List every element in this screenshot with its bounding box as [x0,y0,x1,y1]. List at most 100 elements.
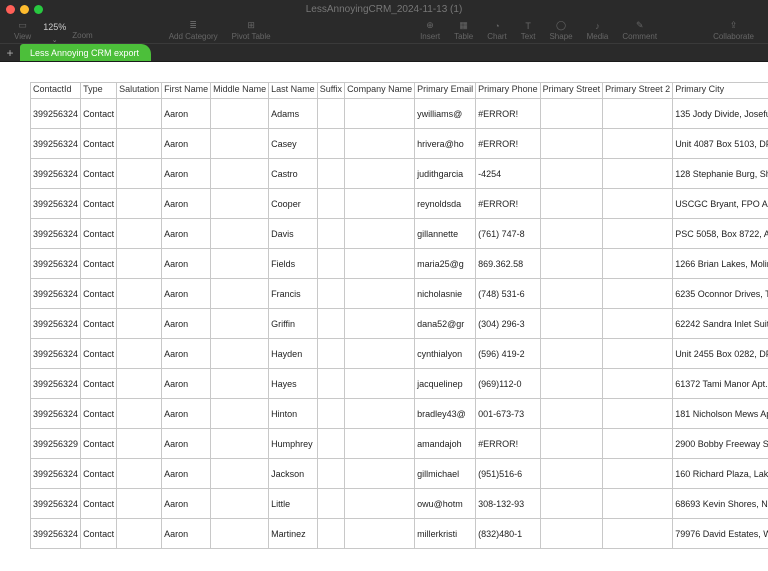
cell-address[interactable]: 128 Stephanie Burg, Shepherdshire, VT 49… [673,159,768,189]
view-button[interactable]: ▭ View [8,18,37,43]
cell-last[interactable]: Griffin [269,309,318,339]
cell-company[interactable] [345,309,415,339]
cell-email[interactable]: gillmichael [415,459,476,489]
fullscreen-window-button[interactable] [34,5,43,14]
table-row[interactable]: 399256324ContactAaronHaydencynthialyon(5… [31,339,768,369]
cell-middle[interactable] [211,279,269,309]
cell-contactid[interactable]: 399256324 [31,159,81,189]
cell-salutation[interactable] [117,159,162,189]
cell-last[interactable]: Little [269,489,318,519]
cell-phone[interactable]: -4254 [476,159,541,189]
cell-suffix[interactable] [317,189,344,219]
cell-contactid[interactable]: 399256324 [31,249,81,279]
cell-email[interactable]: judithgarcia [415,159,476,189]
cell-first[interactable]: Aaron [162,129,211,159]
cell-middle[interactable] [211,429,269,459]
cell-middle[interactable] [211,519,269,549]
cell-type[interactable]: Contact [81,459,117,489]
cell-suffix[interactable] [317,369,344,399]
cell-suffix[interactable] [317,459,344,489]
cell-first[interactable]: Aaron [162,249,211,279]
col-middlename[interactable]: Middle Name [211,83,269,99]
cell-salutation[interactable] [117,399,162,429]
cell-type[interactable]: Contact [81,249,117,279]
cell-type[interactable]: Contact [81,189,117,219]
cell-company[interactable] [345,339,415,369]
cell-address[interactable]: 68693 Kevin Shores, New Christian, ME 42… [673,489,768,519]
cell-street2[interactable] [603,459,673,489]
col-type[interactable]: Type [81,83,117,99]
cell-address[interactable]: 2900 Bobby Freeway Suite 903, Grimesfurt… [673,429,768,459]
cell-middle[interactable] [211,129,269,159]
text-button[interactable]: T Text [515,18,542,43]
cell-contactid[interactable]: 399256324 [31,519,81,549]
cell-phone[interactable]: (596) 419-2 [476,339,541,369]
table-button[interactable]: ▦ Table [448,18,479,43]
cell-street2[interactable] [603,159,673,189]
table-row[interactable]: 399256324ContactAaronDavisgillannette(76… [31,219,768,249]
cell-company[interactable] [345,99,415,129]
cell-contactid[interactable]: 399256324 [31,369,81,399]
cell-address[interactable]: 6235 Oconnor Drives, Tinaburgh, NM 54569 [673,279,768,309]
cell-middle[interactable] [211,159,269,189]
cell-salutation[interactable] [117,489,162,519]
cell-street1[interactable] [540,309,603,339]
cell-street2[interactable] [603,99,673,129]
cell-middle[interactable] [211,399,269,429]
cell-street1[interactable] [540,99,603,129]
cell-street2[interactable] [603,429,673,459]
cell-phone[interactable]: 001-673-73 [476,399,541,429]
cell-last[interactable]: Hinton [269,399,318,429]
table-row[interactable]: 399256324ContactAaronCooperreynoldsda#ER… [31,189,768,219]
cell-type[interactable]: Contact [81,309,117,339]
cell-contactid[interactable]: 399256324 [31,399,81,429]
cell-type[interactable]: Contact [81,279,117,309]
shape-button[interactable]: ◯ Shape [543,18,578,43]
cell-type[interactable]: Contact [81,519,117,549]
cell-type[interactable]: Contact [81,399,117,429]
col-primaryphone[interactable]: Primary Phone [476,83,541,99]
cell-phone[interactable]: #ERROR! [476,129,541,159]
cell-email[interactable]: gillannette [415,219,476,249]
table-row[interactable]: 399256329ContactAaronHumphreyamandajoh#E… [31,429,768,459]
cell-street2[interactable] [603,249,673,279]
cell-street2[interactable] [603,399,673,429]
cell-middle[interactable] [211,219,269,249]
cell-salutation[interactable] [117,189,162,219]
sheet-tab-active[interactable]: Less Annoying CRM export [20,44,151,61]
cell-company[interactable] [345,429,415,459]
cell-address[interactable]: 160 Richard Plaza, Lake Jesse, NM 89559 [673,459,768,489]
cell-contactid[interactable]: 399256324 [31,459,81,489]
cell-email[interactable]: amandajoh [415,429,476,459]
table-row[interactable]: 399256324ContactAaronAdamsywilliams@#ERR… [31,99,768,129]
cell-phone[interactable]: #ERROR! [476,189,541,219]
cell-company[interactable] [345,399,415,429]
cell-last[interactable]: Davis [269,219,318,249]
cell-middle[interactable] [211,189,269,219]
cell-phone[interactable]: (951)516-6 [476,459,541,489]
cell-street1[interactable] [540,489,603,519]
cell-contactid[interactable]: 399256324 [31,219,81,249]
cell-phone[interactable]: (304) 296-3 [476,309,541,339]
cell-street2[interactable] [603,489,673,519]
spreadsheet-canvas[interactable]: ContactId Type Salutation First Name Mid… [0,62,768,571]
cell-contactid[interactable]: 399256324 [31,279,81,309]
cell-address[interactable]: 135 Jody Divide, Josefurt, FL 52064 [673,99,768,129]
collaborate-button[interactable]: ⇪ Collaborate [707,18,760,43]
cell-address[interactable]: Unit 4087 Box 5103, DPO AP 01734 [673,129,768,159]
cell-address[interactable]: 61372 Tami Manor Apt. 455, Lewisside, MO… [673,369,768,399]
cell-salutation[interactable] [117,309,162,339]
cell-last[interactable]: Cooper [269,189,318,219]
cell-middle[interactable] [211,309,269,339]
cell-phone[interactable]: 308-132-93 [476,489,541,519]
table-row[interactable]: 399256324ContactAaronCastrojudithgarcia-… [31,159,768,189]
cell-company[interactable] [345,129,415,159]
cell-salutation[interactable] [117,129,162,159]
cell-address[interactable]: USCGC Bryant, FPO AA 81665 [673,189,768,219]
cell-email[interactable]: maria25@g [415,249,476,279]
cell-street1[interactable] [540,219,603,249]
cell-contactid[interactable]: 399256324 [31,99,81,129]
cell-first[interactable]: Aaron [162,309,211,339]
cell-middle[interactable] [211,99,269,129]
cell-middle[interactable] [211,339,269,369]
